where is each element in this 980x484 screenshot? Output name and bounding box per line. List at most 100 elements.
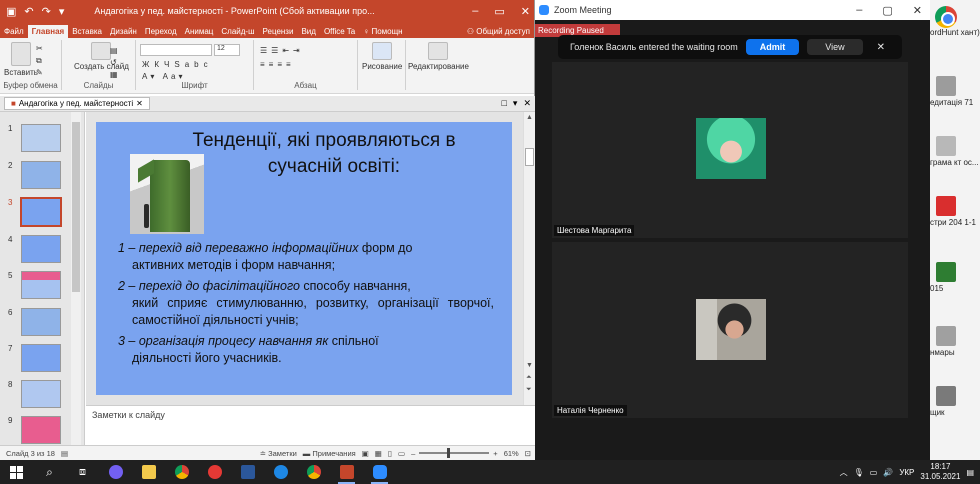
desktop-icon-file[interactable]: едитація 71 [930,76,980,108]
taskbar-app-powerpoint[interactable] [330,460,363,484]
comments-button[interactable]: ▬ Примечания [303,449,356,458]
tab-transitions[interactable]: Переход [141,25,181,38]
dropdown-icon[interactable]: ▾ [513,98,518,109]
tab-view[interactable]: Вид [297,25,319,38]
copy-icon[interactable]: ⧉ [36,56,42,66]
chevron-up-icon[interactable]: ︿ [840,467,848,478]
undo-icon[interactable]: ↶ [24,5,33,18]
tab-office-tab[interactable]: Office Ta [320,25,359,38]
volume-icon[interactable]: 🔊 [883,468,893,477]
taskbar-app-zoom[interactable] [363,460,396,484]
close-icon[interactable]: ✕ [523,98,531,109]
font-group: 12 ЖКЧSabc А▾ Аа▾ Шрифт [136,40,254,90]
start-button[interactable] [0,460,33,484]
fit-slide-icon[interactable]: ⊡ [525,449,531,458]
microphone-icon[interactable]: 🎙 [854,468,864,477]
desktop-icon-excel[interactable]: 015 [930,262,980,294]
close-tab-icon[interactable]: ✕ [136,99,143,108]
new-document-icon[interactable]: □ [501,98,506,109]
normal-view-icon[interactable]: ▣ [362,449,369,458]
font-style-buttons[interactable]: ЖКЧSabc [142,60,213,69]
redo-icon[interactable]: ↷ [42,5,51,18]
language-indicator[interactable]: УКР [899,468,914,477]
reading-view-icon[interactable]: ▯ [388,449,392,458]
close-icon[interactable]: ✕ [521,5,530,18]
save-icon[interactable]: ▣ [6,5,16,18]
zoom-in-icon[interactable]: + [493,449,497,458]
maximize-icon[interactable]: ▢ [882,4,892,17]
new-slide-button[interactable]: Создать слайд [74,42,129,71]
document-tab[interactable]: ■ Андагогіка у пед. майстерності ✕ [4,97,150,110]
participant-video-tile[interactable]: Наталія Черненко [552,242,908,418]
notes-pane[interactable]: Заметки к слайду [86,405,535,445]
paste-button[interactable]: Вставить [4,42,38,77]
minimize-icon[interactable]: – [472,5,478,18]
list-buttons[interactable]: ☰☰⇤⇥ [260,46,304,55]
participant-video-tile[interactable]: Шестова Маргарита [552,62,908,238]
taskbar-app-viber[interactable] [99,460,132,484]
format-painter-icon[interactable]: ✎ [36,68,43,77]
spellcheck-icon[interactable]: ▤ [61,449,68,458]
tab-insert[interactable]: Вставка [68,25,106,38]
tell-me-help[interactable]: ♀ Помощн [359,25,406,38]
font-name-dropdown[interactable] [140,44,212,56]
tab-design[interactable]: Дизайн [106,25,141,38]
taskbar-app-explorer[interactable] [132,460,165,484]
zoom-out-icon[interactable]: – [411,449,415,458]
desktop-icon-file[interactable]: грама кт ос... [930,136,980,168]
scroll-down-icon[interactable]: ▼ [526,362,533,369]
notes-button[interactable]: ≐ Заметки [260,449,297,458]
taskbar-app-word[interactable] [231,460,264,484]
reset-icon[interactable]: ↺ [110,58,117,67]
desktop-icon-recycle-bin[interactable]: щик [930,386,980,418]
view-button[interactable]: View [807,39,863,55]
zoom-slider[interactable] [419,448,490,458]
zoom-level[interactable]: 61% [504,449,519,458]
layout-icon[interactable]: ▤ [110,46,118,55]
scroll-up-icon[interactable]: ▲ [526,114,533,121]
close-notification-icon[interactable]: ✕ [877,42,885,53]
sorter-view-icon[interactable]: ▦ [375,449,382,458]
customize-icon[interactable]: ▾ [59,5,65,18]
minimize-icon[interactable]: – [856,4,862,17]
slideshow-view-icon[interactable]: ▭ [398,449,405,458]
search-button[interactable]: ⌕ [33,460,66,484]
taskbar-app-chrome[interactable] [165,460,198,484]
tab-review[interactable]: Рецензи [259,25,298,38]
taskbar-app-edge[interactable] [264,460,297,484]
slide-canvas[interactable]: Тенденції, які проявляються в сучасній о… [96,122,512,395]
cut-icon[interactable]: ✂ [36,44,43,53]
prev-slide-icon[interactable]: ⏶ [526,374,532,382]
admit-button[interactable]: Admit [745,39,800,55]
editing-button[interactable]: Редактирование [408,42,469,71]
close-icon[interactable]: ✕ [913,4,922,17]
share-button[interactable]: ⚇ Общий доступ [463,25,534,38]
next-slide-icon[interactable]: ⏷ [526,386,532,394]
task-view-button[interactable]: ⧈ [66,460,99,484]
tab-animations[interactable]: Анимац [181,25,218,38]
scrollbar-thumb[interactable] [525,148,534,166]
maximize-icon[interactable]: ▭ [494,5,504,18]
paragraph-group: ☰☰⇤⇥ ≡≡≡≡ Абзац [254,40,358,90]
slide-scrollbar[interactable]: ▲ ▼ ⏶ ⏷ [523,112,535,405]
font-color-buttons[interactable]: А▾ Аа▾ [142,72,185,81]
taskbar-app-chrome-2[interactable] [297,460,330,484]
font-size-dropdown[interactable]: 12 [214,44,240,56]
scrollbar-thumb[interactable] [72,122,80,292]
drawing-button[interactable]: Рисование [362,42,402,71]
notifications-icon[interactable]: ▤ [966,468,974,477]
desktop-icon-pdf[interactable]: стри 204 1-1 [930,196,980,228]
tab-slideshow[interactable]: Слайд-ш [217,25,258,38]
align-buttons[interactable]: ≡≡≡≡ [260,60,295,69]
clock[interactable]: 18:17 31.05.2021 [920,462,960,482]
thumbnails-scrollbar[interactable] [71,112,81,445]
taskbar-app-yandex[interactable] [198,460,231,484]
slide-body-text[interactable]: 1 – перехід від переважно інформаційних … [118,240,494,371]
desktop-icon-chrome[interactable]: ordHunt хант) [930,6,980,38]
tab-file[interactable]: Файл [0,25,28,38]
desktop-icon-file[interactable]: нмары [930,326,980,358]
slide-image-number-one-hedge[interactable] [130,154,204,234]
network-icon[interactable]: ▭ [870,468,878,477]
section-icon[interactable]: ▦ [110,70,118,79]
tab-home[interactable]: Главная [27,25,69,38]
